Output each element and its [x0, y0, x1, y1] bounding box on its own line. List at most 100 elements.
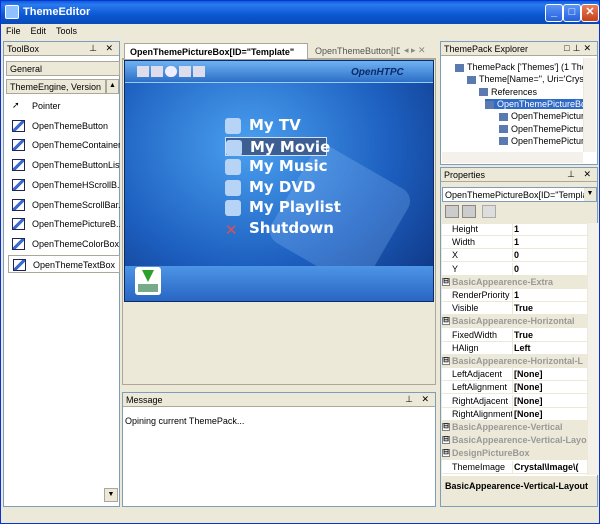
property-category[interactable]: ⊟ DesignPictureBox: [441, 447, 587, 461]
property-value[interactable]: 0: [514, 250, 519, 260]
categorized-icon[interactable]: [445, 205, 459, 218]
preview-toolbar-icons: [137, 66, 207, 78]
property-value[interactable]: True: [514, 330, 533, 340]
toolbox-group-themeengine[interactable]: ThemeEngine, Version: [6, 79, 106, 94]
property-row[interactable]: ThemeImage Crystal\Image\(: [441, 460, 587, 474]
property-category[interactable]: ⊟ BasicAppearence-Vertical: [441, 421, 587, 434]
expand-icon[interactable]: ⊟: [442, 357, 450, 365]
explorer-scrollbar-v[interactable]: [583, 58, 596, 152]
property-row[interactable]: Width 1: [441, 236, 587, 250]
property-value[interactable]: 1: [514, 224, 519, 234]
message-pin-close-icons[interactable]: ⊥ ✕: [405, 394, 432, 405]
explorer-tree-node[interactable]: Theme[Name=", Uri='Crys: [467, 74, 584, 84]
tab-picturebox[interactable]: OpenThemePictureBox[ID="Template": [124, 43, 308, 59]
property-value[interactable]: Left: [514, 343, 531, 353]
expand-icon[interactable]: ⊟: [442, 449, 450, 458]
property-pages-icon[interactable]: [482, 205, 497, 218]
property-value[interactable]: Crystal\Image\(: [514, 462, 579, 472]
property-value[interactable]: 1: [514, 290, 519, 300]
property-row[interactable]: Height 1: [441, 223, 587, 236]
expand-icon[interactable]: ⊟: [442, 277, 450, 286]
preview-menu-item[interactable]: My DVD: [225, 178, 355, 197]
toolbox-title: ToolBox: [7, 44, 40, 54]
tab-nav-icons[interactable]: ◂ ▸ ✕: [404, 45, 426, 56]
property-name: BasicAppearence-Horizontal-L: [452, 356, 584, 366]
toolbox-item[interactable]: OpenThemePictureB...: [8, 215, 120, 233]
expand-icon[interactable]: ⊟: [442, 423, 450, 431]
property-row[interactable]: FixedWidth True: [441, 328, 587, 342]
property-row[interactable]: LeftAdjacent [None]: [441, 368, 587, 382]
property-value[interactable]: [None]: [514, 409, 543, 419]
tree-node-label: OpenThemePicture: [511, 111, 590, 122]
property-value[interactable]: True: [514, 303, 533, 313]
toolbox-item[interactable]: OpenThemeTextBox: [8, 254, 120, 273]
explorer-tree-node[interactable]: OpenThemePicture: [499, 136, 589, 146]
property-category[interactable]: ⊟ BasicAppearence-Extra: [441, 275, 587, 289]
menu-item-label: My Playlist: [249, 198, 341, 216]
maximize-button[interactable]: □: [563, 4, 581, 22]
app-icon: [5, 5, 19, 19]
close-button[interactable]: ✕: [581, 4, 599, 22]
toolbox-item[interactable]: OpenThemeButton: [8, 117, 120, 135]
property-value[interactable]: [None]: [514, 369, 543, 379]
toolbox-scroll-up-button[interactable]: ▲: [106, 79, 119, 94]
preview-menu-item[interactable]: My Music: [225, 157, 355, 176]
property-row[interactable]: LeftAlignment [None]: [441, 381, 587, 395]
message-header: Message ⊥ ✕: [123, 393, 435, 407]
tab-themebutton[interactable]: OpenThemeButton[ID=: [310, 43, 400, 59]
property-row[interactable]: Y0: [441, 262, 587, 276]
chevron-down-icon[interactable]: ▼: [584, 188, 596, 201]
toolbox-pin-close-icons[interactable]: ⊥ ✕: [89, 43, 116, 54]
toolbox-item[interactable]: OpenThemeContainer: [8, 136, 120, 154]
property-category[interactable]: ⊟ BasicAppearence-Horizontal: [441, 315, 587, 329]
explorer-pin-close-icons[interactable]: □⊥✕: [564, 43, 594, 54]
toolbox-item[interactable]: OpenThemeColorBox: [8, 235, 120, 253]
explorer-scrollbar-h[interactable]: [442, 152, 583, 163]
property-row[interactable]: Visible True: [441, 302, 587, 316]
menu-file[interactable]: File: [1, 24, 26, 38]
theme-preview-canvas[interactable]: OpenHTPC My TV My Movie My Music My DVD My P…: [124, 60, 434, 302]
alphabetical-icon[interactable]: [461, 205, 476, 218]
menu-edit[interactable]: Edit: [26, 24, 52, 38]
menu-item-icon: [225, 179, 241, 196]
tree-node-icon: [499, 125, 508, 134]
properties-scrollbar[interactable]: [587, 223, 599, 475]
toolbox-item-pointer[interactable]: ➚ Pointer: [8, 97, 120, 115]
property-value[interactable]: 0: [514, 264, 519, 274]
toolbox-item[interactable]: OpenThemeHScrollB...: [8, 176, 120, 194]
property-row[interactable]: RightAdjacent [None]: [441, 394, 587, 408]
toolbox-item-label: OpenThemeHScrollB...: [32, 179, 120, 190]
properties-pin-close-icons[interactable]: ⊥ ✕: [567, 169, 594, 180]
preview-menu-item[interactable]: My TV: [225, 116, 355, 135]
toolbox-item[interactable]: OpenThemeButtonList: [8, 156, 120, 174]
explorer-tree-node[interactable]: OpenThemePicture: [499, 111, 589, 121]
toolbox-group-general[interactable]: General: [6, 61, 120, 76]
property-value[interactable]: 1: [514, 237, 519, 247]
explorer-tree-node[interactable]: ThemePack ['Themes'] (1 Them: [455, 62, 594, 72]
property-value[interactable]: [None]: [514, 382, 543, 392]
property-row[interactable]: RenderPriority 1: [441, 289, 587, 302]
property-category[interactable]: ⊟ BasicAppearence-Horizontal-L: [441, 355, 587, 368]
menu-tools[interactable]: Tools: [51, 24, 82, 38]
preview-menu-item[interactable]: My Movie: [225, 136, 330, 156]
property-value[interactable]: [None]: [514, 396, 543, 406]
toolbox-scroll-down-button[interactable]: ▼: [104, 488, 118, 502]
explorer-tree-node[interactable]: OpenThemePicture: [499, 124, 589, 134]
tree-node-label: OpenThemePicture: [511, 135, 590, 146]
expand-icon[interactable]: ⊟: [442, 436, 450, 445]
title-bar[interactable]: ThemeEditor _ □ ✕: [1, 1, 599, 24]
tree-node-icon: [467, 75, 476, 84]
property-row[interactable]: RightAlignment [None]: [441, 407, 587, 421]
minimize-button[interactable]: _: [545, 4, 563, 22]
explorer-tree-node[interactable]: References: [479, 87, 537, 97]
property-row[interactable]: X0: [441, 249, 587, 263]
explorer-tree-node[interactable]: OpenThemePictureBox: [485, 98, 591, 109]
preview-menu-item[interactable]: My Playlist: [225, 198, 355, 217]
expand-icon[interactable]: ⊟: [442, 317, 450, 326]
document-tabstrip: OpenThemePictureBox[ID="Template" OpenTh…: [122, 42, 436, 59]
preview-menu-item[interactable]: ✕ Shutdown: [225, 219, 355, 239]
object-selector[interactable]: OpenThemePictureBox[ID="Template" ▼: [442, 187, 597, 202]
property-row[interactable]: HAlign Left: [441, 341, 587, 355]
toolbox-item[interactable]: OpenThemeScrollBar...: [8, 196, 120, 214]
property-category[interactable]: ⊟ BasicAppearence-Vertical-Layo: [441, 434, 587, 448]
